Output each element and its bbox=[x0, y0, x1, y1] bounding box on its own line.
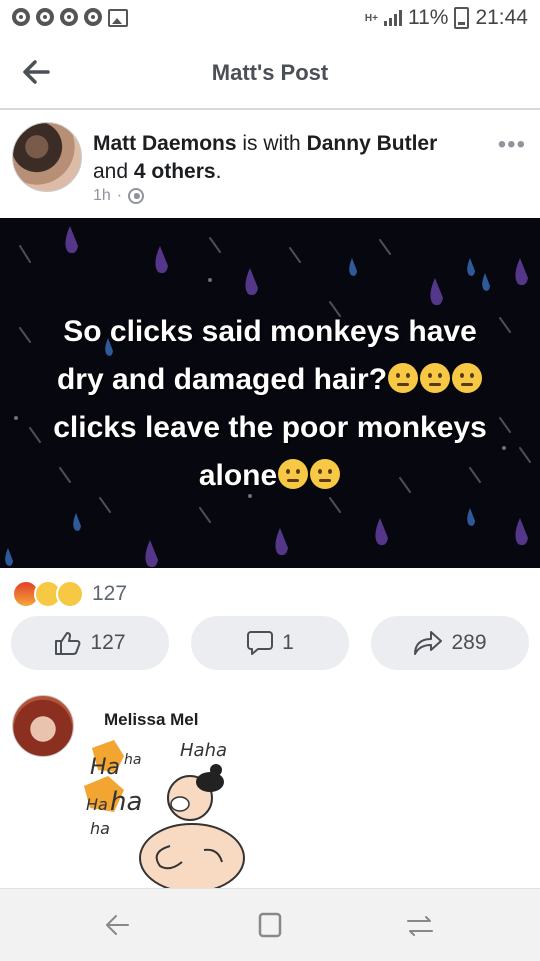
wow-reaction-icon bbox=[56, 580, 84, 608]
post-image[interactable]: So clicks said monkeys have dry and dama… bbox=[0, 218, 540, 568]
chrome-icon bbox=[36, 8, 54, 26]
author-name[interactable]: Matt Daemons bbox=[93, 132, 237, 155]
author-avatar[interactable] bbox=[12, 122, 82, 192]
reaction-summary[interactable]: 127 bbox=[12, 580, 127, 608]
image-text-line2: dry and damaged hair? bbox=[56, 363, 388, 396]
tagged-name[interactable]: Danny Butler bbox=[307, 132, 438, 155]
chrome-icon bbox=[84, 8, 102, 26]
worried-emoji bbox=[310, 459, 341, 490]
nav-back-icon[interactable] bbox=[98, 909, 138, 941]
meta-separator: · bbox=[116, 187, 123, 204]
like-count: 127 bbox=[90, 631, 126, 654]
comment-icon bbox=[247, 631, 274, 655]
chrome-icon bbox=[60, 8, 78, 26]
share-icon bbox=[414, 631, 443, 655]
haha-sticker[interactable]: Ha ha Haha Ha ha ha bbox=[84, 738, 254, 888]
share-button[interactable]: 289 bbox=[371, 616, 529, 670]
with-text: is with bbox=[242, 132, 301, 155]
image-text-line4: alone bbox=[198, 459, 278, 492]
app-header: Matt's Post bbox=[0, 36, 540, 110]
sticker-text-2: ha bbox=[124, 752, 141, 768]
share-count: 289 bbox=[451, 631, 487, 654]
globe-icon bbox=[128, 188, 145, 204]
post-image-text: So clicks said monkeys have dry and dama… bbox=[0, 308, 540, 500]
status-indicators: H+ 11% 21:44 bbox=[365, 6, 528, 30]
like-icon bbox=[55, 632, 81, 655]
like-button[interactable]: 127 bbox=[11, 616, 169, 670]
status-bar: H+ 11% 21:44 bbox=[0, 0, 540, 36]
reaction-count: 127 bbox=[92, 582, 128, 605]
clock: 21:44 bbox=[475, 6, 528, 29]
sticker-text-4: Ha bbox=[86, 795, 108, 814]
crying-emoji bbox=[278, 459, 309, 490]
raised-eyebrow-emoji bbox=[388, 363, 419, 394]
post-header: Matt Daemons is with Danny Butler and 4 … bbox=[0, 112, 540, 218]
sticker-text-5: ha bbox=[110, 787, 142, 817]
post-meta: 1h · bbox=[93, 187, 145, 205]
signal-icon bbox=[383, 10, 402, 26]
recents-icon[interactable] bbox=[250, 909, 290, 941]
sticker-text-1: Ha bbox=[90, 755, 120, 780]
comment-button[interactable]: 1 bbox=[191, 616, 349, 670]
thinking-emoji bbox=[420, 363, 451, 394]
comment-count: 1 bbox=[282, 631, 294, 654]
system-nav-bar bbox=[0, 888, 540, 961]
and-text: and bbox=[93, 160, 129, 183]
author-line: Matt Daemons is with Danny Butler and 4 … bbox=[93, 130, 483, 186]
sticker-text-6: ha bbox=[90, 819, 110, 838]
battery-percent: 11% bbox=[407, 6, 449, 29]
notification-icons bbox=[12, 8, 128, 27]
more-icon[interactable]: ••• bbox=[498, 133, 526, 157]
page-title: Matt's Post bbox=[211, 60, 329, 85]
comment-author[interactable]: Melissa Mel bbox=[104, 710, 199, 730]
image-icon bbox=[108, 9, 128, 27]
chrome-icon bbox=[12, 8, 30, 26]
thinking-emoji bbox=[452, 363, 483, 394]
image-text-line3: clicks leave the poor monkeys bbox=[53, 411, 487, 444]
network-type: H+ bbox=[364, 12, 378, 24]
switch-icon[interactable] bbox=[400, 909, 440, 941]
sticker-text-3: Haha bbox=[180, 740, 227, 761]
battery-icon bbox=[454, 7, 470, 29]
image-text-line1: So clicks said monkeys have bbox=[63, 315, 477, 348]
post-time[interactable]: 1h bbox=[93, 187, 111, 205]
period: . bbox=[215, 160, 222, 183]
tagged-others[interactable]: 4 others bbox=[134, 160, 216, 183]
commenter-avatar[interactable] bbox=[12, 695, 74, 757]
